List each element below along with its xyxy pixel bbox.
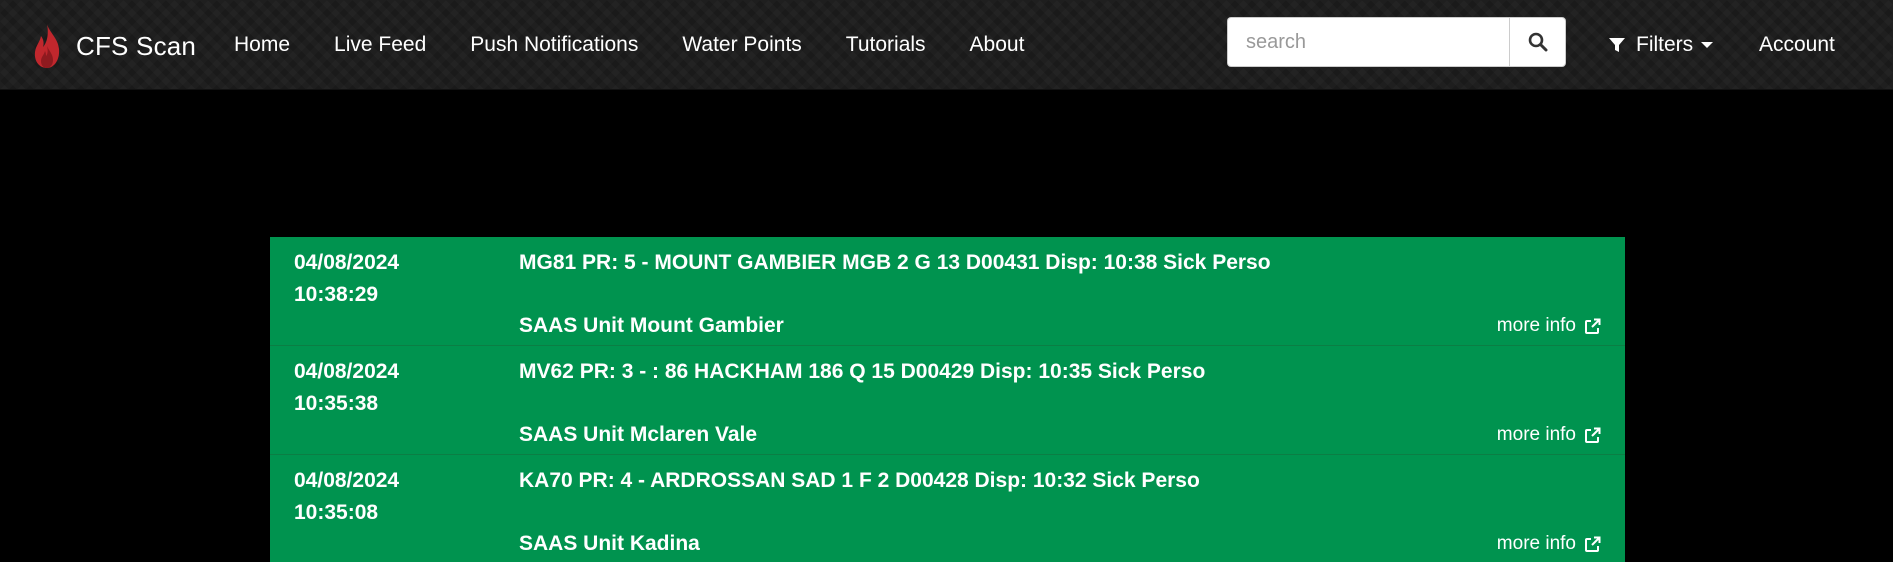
feed-item-datetime: 04/08/2024 10:35:08 <box>294 465 494 529</box>
account-link[interactable]: Account <box>1759 0 1835 90</box>
external-link-icon <box>1585 318 1601 334</box>
feed-item-title: KA70 PR: 4 - ARDROSSAN SAD 1 F 2 D00428 … <box>519 469 1200 492</box>
more-info-label: more info <box>1496 315 1576 336</box>
nav-push-notifications[interactable]: Push Notifications <box>448 33 660 57</box>
nav-water-points[interactable]: Water Points <box>660 33 823 57</box>
search-button[interactable] <box>1509 17 1566 67</box>
feed-item-datetime: 04/08/2024 10:38:29 <box>294 247 494 311</box>
feed-item-date: 04/08/2024 <box>294 360 400 383</box>
filters-label: Filters <box>1636 33 1694 56</box>
feed-item-datetime: 04/08/2024 10:35:38 <box>294 356 494 420</box>
more-info-label: more info <box>1496 424 1576 445</box>
filters-dropdown[interactable]: Filters <box>1608 0 1714 90</box>
external-link-icon <box>1585 536 1601 552</box>
brand-name: CFS Scan <box>76 30 197 61</box>
search-icon <box>1528 32 1547 52</box>
nav-home[interactable]: Home <box>212 33 312 57</box>
main-nav: Home Live Feed Push Notifications Water … <box>212 0 1046 90</box>
caret-down-icon <box>1701 42 1714 48</box>
filter-icon <box>1609 38 1625 52</box>
more-info-label: more info <box>1496 533 1576 554</box>
flame-icon <box>34 24 60 68</box>
feed-item-unit: SAAS Unit Mount Gambier <box>519 314 784 337</box>
feed-item: 04/08/2024 10:35:08 KA70 PR: 4 - ARDROSS… <box>270 455 1625 562</box>
navbar: CFS Scan Home Live Feed Push Notificatio… <box>0 0 1893 90</box>
brand-link[interactable]: CFS Scan <box>30 22 196 70</box>
external-link-icon <box>1585 427 1601 443</box>
more-info-link[interactable]: more info <box>1497 310 1601 342</box>
feed-item: 04/08/2024 10:35:38 MV62 PR: 3 - : 86 HA… <box>270 346 1625 455</box>
nav-about[interactable]: About <box>948 33 1047 57</box>
feed-item-title: MG81 PR: 5 - MOUNT GAMBIER MGB 2 G 13 D0… <box>519 251 1271 274</box>
feed-item-date: 04/08/2024 <box>294 469 400 492</box>
feed-item-date: 04/08/2024 <box>294 251 400 274</box>
account-label: Account <box>1759 33 1835 56</box>
search-input[interactable] <box>1227 17 1509 67</box>
feed-item-unit: SAAS Unit Kadina <box>519 532 700 555</box>
feed-item-time: 10:38:29 <box>294 283 379 306</box>
feed-item-time: 10:35:38 <box>294 392 379 415</box>
live-feed-list: 04/08/2024 10:38:29 MG81 PR: 5 - MOUNT G… <box>270 237 1625 562</box>
more-info-link[interactable]: more info <box>1497 528 1601 560</box>
search-form <box>1227 17 1566 67</box>
nav-tutorials[interactable]: Tutorials <box>824 33 948 57</box>
nav-live-feed[interactable]: Live Feed <box>312 33 448 57</box>
more-info-link[interactable]: more info <box>1497 419 1601 451</box>
feed-item: 04/08/2024 10:38:29 MG81 PR: 5 - MOUNT G… <box>270 237 1625 346</box>
feed-item-title: MV62 PR: 3 - : 86 HACKHAM 186 Q 15 D0042… <box>519 360 1206 383</box>
feed-item-time: 10:35:08 <box>294 501 379 524</box>
feed-item-unit: SAAS Unit Mclaren Vale <box>519 423 758 446</box>
